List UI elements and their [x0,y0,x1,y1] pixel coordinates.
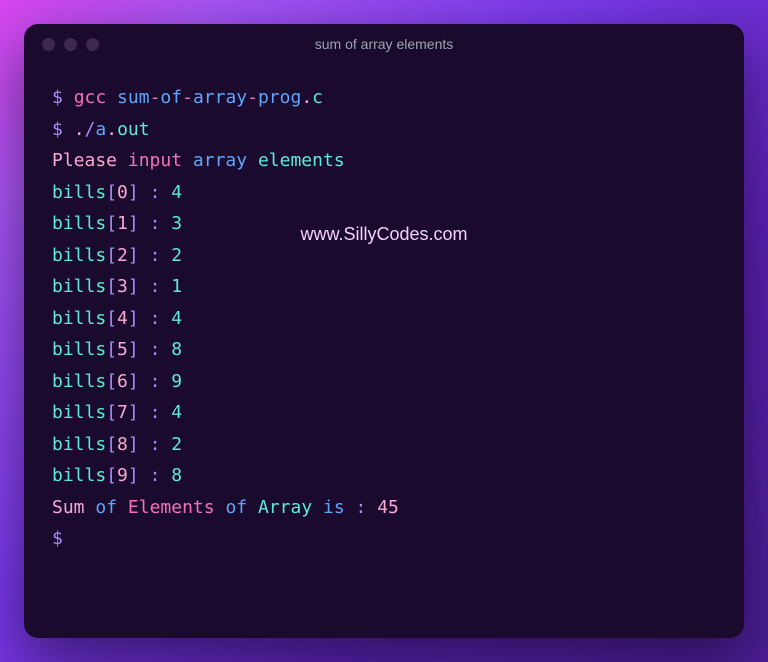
array-value: 8 [171,339,182,360]
array-index: 6 [117,371,128,392]
array-value: 1 [171,276,182,297]
array-name: bills [52,182,106,203]
file-part: sum [117,87,150,108]
titlebar: sum of array elements [24,24,744,64]
array-index: 2 [117,245,128,266]
array-name: bills [52,434,106,455]
array-value: 9 [171,371,182,392]
array-entry: bills[8] : 2 [52,429,716,461]
array-entry: bills[1] : 3 [52,208,716,240]
array-entry: bills[0] : 4 [52,177,716,209]
array-value: 4 [171,182,182,203]
array-name: bills [52,371,106,392]
array-index: 1 [117,213,128,234]
array-entry: bills[4] : 4 [52,303,716,335]
array-name: bills [52,276,106,297]
array-entry: bills[6] : 9 [52,366,716,398]
array-value: 4 [171,308,182,329]
array-index: 5 [117,339,128,360]
array-entry: bills[9] : 8 [52,460,716,492]
array-name: bills [52,245,106,266]
terminal-body[interactable]: www.SillyCodes.com $ gcc sum-of-array-pr… [24,64,744,638]
array-entries: bills[0] : 4bills[1] : 3bills[2] : 2bill… [52,177,716,492]
array-index: 0 [117,182,128,203]
array-name: bills [52,465,106,486]
window-title: sum of array elements [24,36,744,52]
prompt-symbol: $ [52,87,63,108]
array-name: bills [52,213,106,234]
array-entry: bills[7] : 4 [52,397,716,429]
array-index: 3 [117,276,128,297]
empty-prompt: $ [52,523,716,555]
input-prompt-line: Please input array elements [52,145,716,177]
array-name: bills [52,308,106,329]
result-line: Sum of Elements of Array is : 45 [52,492,716,524]
array-entry: bills[2] : 2 [52,240,716,272]
array-entry: bills[5] : 8 [52,334,716,366]
array-value: 2 [171,434,182,455]
terminal-window: sum of array elements www.SillyCodes.com… [24,24,744,638]
command-line: $ gcc sum-of-array-prog.c [52,82,716,114]
sum-value: 45 [377,497,399,518]
prompt-symbol: $ [52,119,63,140]
array-value: 4 [171,402,182,423]
array-name: bills [52,339,106,360]
array-name: bills [52,402,106,423]
array-value: 8 [171,465,182,486]
command-line: $ ./a.out [52,114,716,146]
array-index: 4 [117,308,128,329]
prompt-symbol: $ [52,528,63,549]
array-entry: bills[3] : 1 [52,271,716,303]
array-index: 9 [117,465,128,486]
array-value: 2 [171,245,182,266]
array-index: 8 [117,434,128,455]
array-value: 3 [171,213,182,234]
array-index: 7 [117,402,128,423]
command-gcc: gcc [74,87,107,108]
